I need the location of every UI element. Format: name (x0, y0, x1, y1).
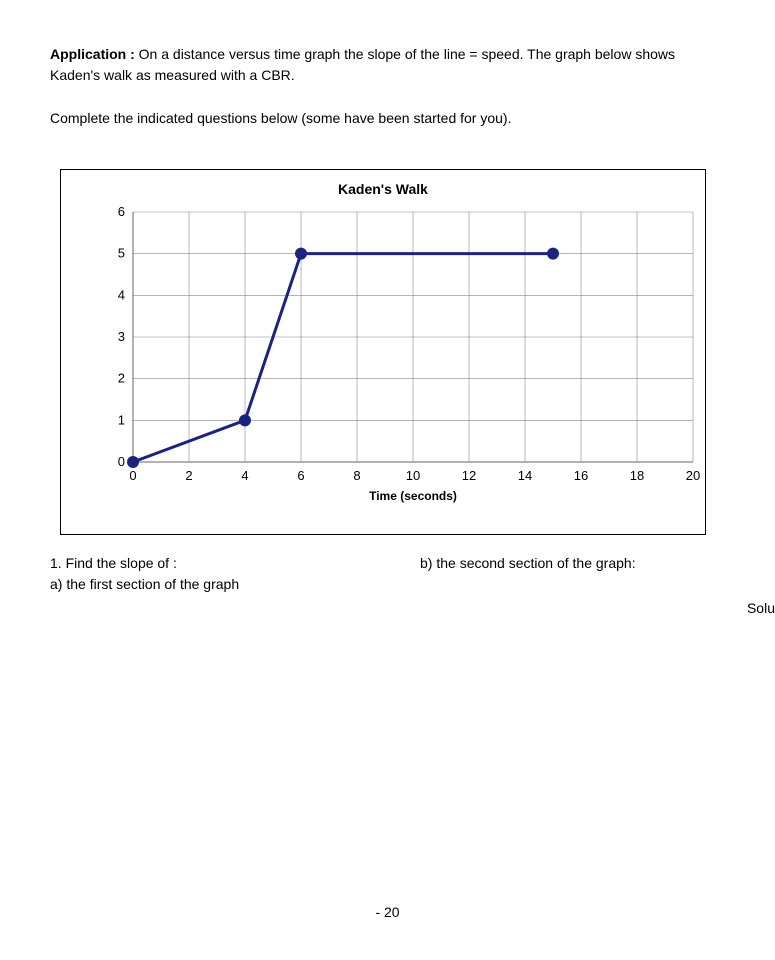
x-axis-label: Time (seconds) (369, 489, 457, 503)
svg-text:10: 10 (406, 468, 420, 483)
svg-text:12: 12 (462, 468, 476, 483)
svg-text:16: 16 (574, 468, 588, 483)
question-1a-col: 1. Find the slope of : a) the first sect… (50, 553, 380, 595)
data-line (133, 254, 553, 462)
svg-text:3: 3 (118, 329, 125, 344)
question-1-stem: 1. Find the slope of : (50, 553, 380, 574)
svg-text:4: 4 (241, 468, 248, 483)
data-point-2 (295, 248, 307, 260)
svg-text:14: 14 (518, 468, 532, 483)
question-1b-col: b) the second section of the graph: (420, 553, 725, 595)
svg-text:20: 20 (686, 468, 700, 483)
data-point-1 (239, 414, 251, 426)
chart-title: Kaden's Walk (338, 181, 428, 197)
page-number: - 20 (0, 904, 775, 920)
svg-text:1: 1 (118, 412, 125, 427)
data-point-0 (127, 456, 139, 468)
application-label: Application : (50, 46, 135, 62)
svg-text:5: 5 (118, 246, 125, 261)
question-1a: a) the first section of the graph (50, 574, 380, 595)
application-intro: Application : On a distance versus time … (50, 44, 725, 86)
cutoff-text: Solu (747, 600, 775, 616)
application-text: On a distance versus time graph the slop… (50, 46, 675, 83)
instruction-text: Complete the indicated questions below (… (50, 108, 725, 129)
question-1b: b) the second section of the graph: (420, 553, 725, 574)
svg-text:2: 2 (118, 371, 125, 386)
y-tick-labels: 0 1 2 3 4 5 6 (118, 204, 125, 469)
chart-svg: Kaden's Walk (63, 172, 703, 532)
chart-container: Kaden's Walk (60, 169, 706, 535)
svg-text:6: 6 (118, 204, 125, 219)
svg-text:0: 0 (129, 468, 136, 483)
data-point-3 (547, 248, 559, 260)
svg-text:6: 6 (297, 468, 304, 483)
svg-text:4: 4 (118, 287, 125, 302)
questions-row: 1. Find the slope of : a) the first sect… (50, 553, 725, 595)
data-markers (127, 248, 559, 468)
svg-text:8: 8 (353, 468, 360, 483)
x-tick-labels: 0 2 4 6 8 10 12 14 16 18 20 (129, 468, 700, 483)
svg-text:2: 2 (185, 468, 192, 483)
svg-text:18: 18 (630, 468, 644, 483)
svg-text:0: 0 (118, 454, 125, 469)
